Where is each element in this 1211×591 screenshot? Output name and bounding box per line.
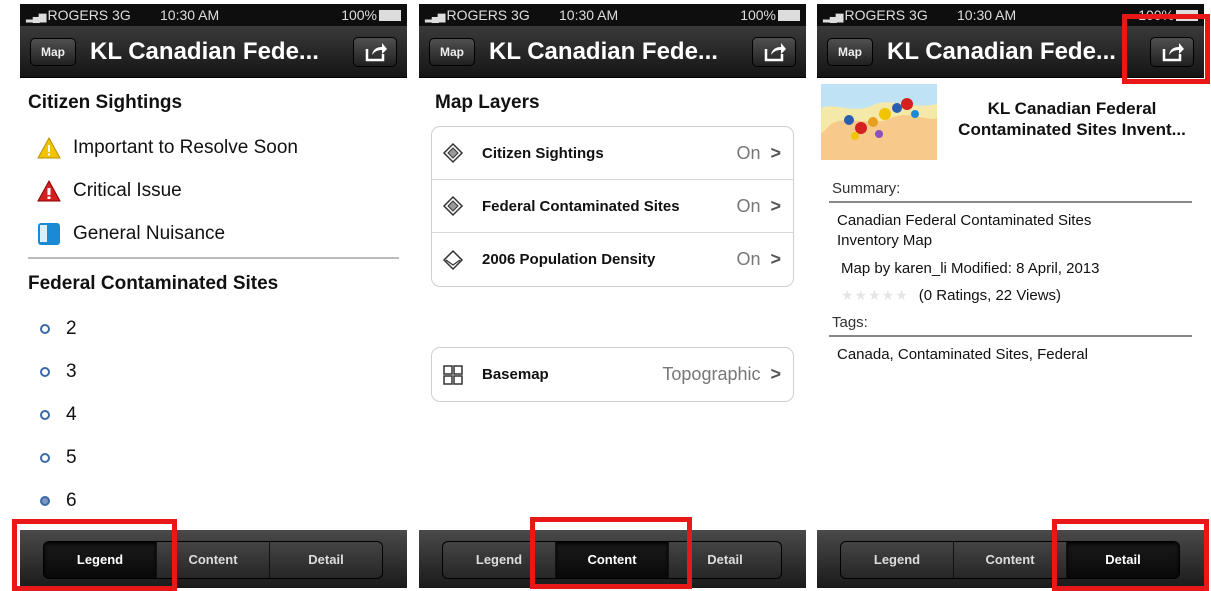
tags-label: Tags: xyxy=(832,314,868,331)
section-title-citizen-sightings: Citizen Sightings xyxy=(28,92,183,113)
filled-circle-icon xyxy=(40,495,50,506)
legend-item: General Nuisance xyxy=(28,212,399,255)
summary-text: Canadian Federal Contaminated Sites Inve… xyxy=(837,212,1092,249)
signal-icon: ▂▄▆ xyxy=(823,12,843,23)
rating-stars-icon[interactable]: ★★★★★ xyxy=(841,287,909,304)
clock: 10:30 AM xyxy=(160,7,220,23)
tags-text: Canada, Contaminated Sites, Federal xyxy=(837,346,1088,363)
map-title: KL Canadian Federal Contaminated Sites I… xyxy=(958,99,1186,139)
page-title: KL Canadian Fede... xyxy=(489,38,718,65)
chevron-right-icon: > xyxy=(770,195,781,216)
summary-label: Summary: xyxy=(832,180,901,197)
carrier-label: ▂▄▆ ROGERS 3G xyxy=(425,7,530,23)
highlight-content-tab xyxy=(530,517,692,589)
highlight-detail-tab xyxy=(1052,519,1209,591)
share-icon xyxy=(764,43,786,62)
detail-header: KL Canadian Federal Contaminated Sites I… xyxy=(817,78,1204,168)
page-title: KL Canadian Fede... xyxy=(887,38,1116,65)
battery-indicator: 100% xyxy=(740,7,800,23)
tab-detail[interactable]: Detail xyxy=(270,542,382,578)
tab-content[interactable]: Content xyxy=(954,542,1067,578)
circle-icon xyxy=(40,366,50,377)
legend-list: Citizen Sightings Important to Resolve S… xyxy=(20,92,407,522)
map-button[interactable]: Map xyxy=(827,38,873,66)
ratings-row: ★★★★★ (0 Ratings, 22 Views) xyxy=(841,287,1062,304)
map-thumbnail xyxy=(821,84,937,160)
chevron-right-icon: > xyxy=(770,249,781,269)
nuisance-icon xyxy=(38,222,60,245)
legend-value-row: 2 xyxy=(28,307,399,350)
signal-icon: ▂▄▆ xyxy=(26,12,46,23)
section-title-map-layers: Map Layers xyxy=(435,92,540,113)
chevron-right-icon: > xyxy=(770,142,781,163)
battery-indicator: 100% xyxy=(341,7,401,23)
detail-fields: Summary: Canadian Federal Contaminated S… xyxy=(817,168,1204,365)
battery-icon xyxy=(379,10,401,21)
battery-icon xyxy=(778,10,800,21)
content-list: Map Layers Citizen Sightings On > Federa… xyxy=(419,92,806,402)
layer-row-federal-sites[interactable]: Federal Contaminated Sites On > xyxy=(432,180,793,233)
clock: 10:30 AM xyxy=(957,7,1017,23)
basemap-group: Basemap Topographic > xyxy=(431,347,794,402)
status-bar: ▂▄▆ ROGERS 3G 10:30 AM 100% xyxy=(419,4,806,26)
legend-value-row: 6 xyxy=(28,479,399,522)
detail-screen: ▂▄▆ ROGERS 3G 10:30 AM 100% Map KL Canadi… xyxy=(817,4,1204,588)
divider xyxy=(28,257,399,259)
content-screen: ▂▄▆ ROGERS 3G 10:30 AM 100% Map KL Canadi… xyxy=(419,4,806,588)
clock: 10:30 AM xyxy=(559,7,619,23)
warning-icon xyxy=(37,136,61,158)
tab-legend[interactable]: Legend xyxy=(841,542,954,578)
status-bar: ▂▄▆ ROGERS 3G 10:30 AM 100% xyxy=(20,4,407,26)
highlight-legend-tab xyxy=(12,519,177,591)
legend-value-row: 4 xyxy=(28,393,399,436)
legend-item: Critical Issue xyxy=(28,169,399,212)
circle-icon xyxy=(40,409,50,420)
chevron-right-icon: > xyxy=(770,364,781,384)
share-button[interactable] xyxy=(353,37,397,67)
legend-value-row: 5 xyxy=(28,436,399,479)
section-title-federal-sites: Federal Contaminated Sites xyxy=(28,273,279,294)
circle-icon xyxy=(40,323,50,334)
carrier-label: ▂▄▆ ROGERS 3G xyxy=(26,7,131,23)
circle-icon xyxy=(40,452,50,463)
byline-text: Map by karen_li Modified: 8 April, 2013 xyxy=(841,260,1100,277)
layer-row-citizen-sightings[interactable]: Citizen Sightings On > xyxy=(432,127,793,180)
layer-icon xyxy=(442,249,464,270)
basemap-grid-icon xyxy=(443,364,463,385)
page-title: KL Canadian Fede... xyxy=(90,38,319,65)
legend-value-row: 3 xyxy=(28,350,399,393)
nav-bar: Map KL Canadian Fede... xyxy=(20,26,407,78)
share-icon xyxy=(365,43,387,62)
share-button[interactable] xyxy=(752,37,796,67)
carrier-label: ▂▄▆ ROGERS 3G xyxy=(823,7,928,23)
map-button[interactable]: Map xyxy=(429,38,475,66)
map-button[interactable]: Map xyxy=(30,38,76,66)
basemap-row[interactable]: Basemap Topographic > xyxy=(432,348,793,401)
layer-row-population-density[interactable]: 2006 Population Density On > xyxy=(432,233,793,286)
layer-icon xyxy=(442,142,464,164)
nav-bar: Map KL Canadian Fede... xyxy=(419,26,806,78)
layers-group: Citizen Sightings On > Federal Contamina… xyxy=(431,126,794,287)
critical-icon xyxy=(37,179,61,201)
layer-icon xyxy=(442,195,464,217)
legend-screen: ▂▄▆ ROGERS 3G 10:30 AM 100% Map KL Canadi… xyxy=(20,4,407,588)
legend-item: Important to Resolve Soon xyxy=(28,126,399,169)
highlight-share-button xyxy=(1122,14,1210,84)
signal-icon: ▂▄▆ xyxy=(425,12,445,23)
